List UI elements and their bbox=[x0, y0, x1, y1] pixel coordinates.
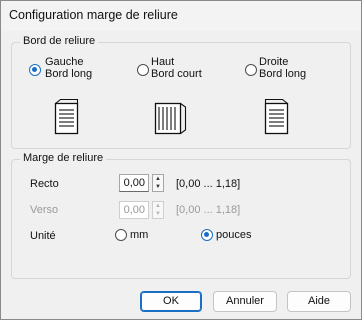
verso-increment-arrow-icon: ▲ bbox=[155, 203, 161, 209]
cancel-button[interactable]: Annuler bbox=[213, 291, 277, 312]
recto-spinner[interactable]: ▲ ▼ bbox=[152, 174, 164, 192]
verso-spinner: ▲ ▼ bbox=[152, 201, 164, 219]
dialog-title: Configuration marge de reliure bbox=[9, 8, 178, 22]
radio-unit-mm[interactable] bbox=[115, 229, 127, 241]
unit-mm-label: mm bbox=[130, 229, 149, 241]
option-left-line2: Bord long bbox=[45, 68, 93, 80]
recto-increment-arrow-icon[interactable]: ▲ bbox=[153, 175, 163, 183]
binding-margin-group: Marge de reliure Recto 0,00 ▲ ▼ [0,00 ..… bbox=[11, 152, 351, 279]
binding-margin-group-label: Marge de reliure bbox=[20, 152, 107, 164]
option-top-line1: Haut bbox=[151, 56, 175, 68]
radio-top-short-edge[interactable] bbox=[137, 64, 149, 76]
recto-decrement-arrow-icon[interactable]: ▼ bbox=[153, 183, 163, 191]
verso-decrement-arrow-icon: ▼ bbox=[155, 211, 161, 217]
option-right-line2: Bord long bbox=[259, 68, 307, 80]
binding-margin-dialog: Configuration marge de reliure Bord de r… bbox=[0, 0, 362, 320]
recto-value-input[interactable]: 0,00 bbox=[119, 174, 149, 192]
option-right-line1: Droite bbox=[259, 56, 289, 68]
ok-button[interactable]: OK bbox=[140, 291, 202, 312]
verso-label: Verso bbox=[30, 204, 59, 216]
title-bar[interactable]: Configuration marge de reliure bbox=[1, 1, 361, 31]
verso-range: [0,00 ... 1,18] bbox=[176, 204, 241, 216]
help-button[interactable]: Aide bbox=[287, 291, 351, 312]
unit-inches-label: pouces bbox=[216, 229, 252, 241]
unit-label: Unité bbox=[30, 230, 56, 242]
binding-edge-group: Bord de reliure Gauche Bord long Haut Bo… bbox=[11, 35, 351, 149]
right-bound-page-icon bbox=[264, 98, 289, 135]
top-bound-page-icon bbox=[154, 102, 187, 135]
recto-range: [0,00 ... 1,18] bbox=[176, 178, 241, 190]
verso-value-input: 0,00 bbox=[119, 201, 149, 219]
option-left-line1: Gauche bbox=[45, 56, 84, 68]
radio-unit-inches[interactable] bbox=[201, 229, 213, 241]
left-bound-page-icon bbox=[54, 98, 79, 135]
radio-left-long-edge[interactable] bbox=[29, 64, 41, 76]
recto-label: Recto bbox=[30, 178, 59, 190]
option-top-line2: Bord court bbox=[151, 68, 202, 80]
radio-right-long-edge[interactable] bbox=[245, 64, 257, 76]
binding-edge-group-label: Bord de reliure bbox=[20, 35, 99, 47]
